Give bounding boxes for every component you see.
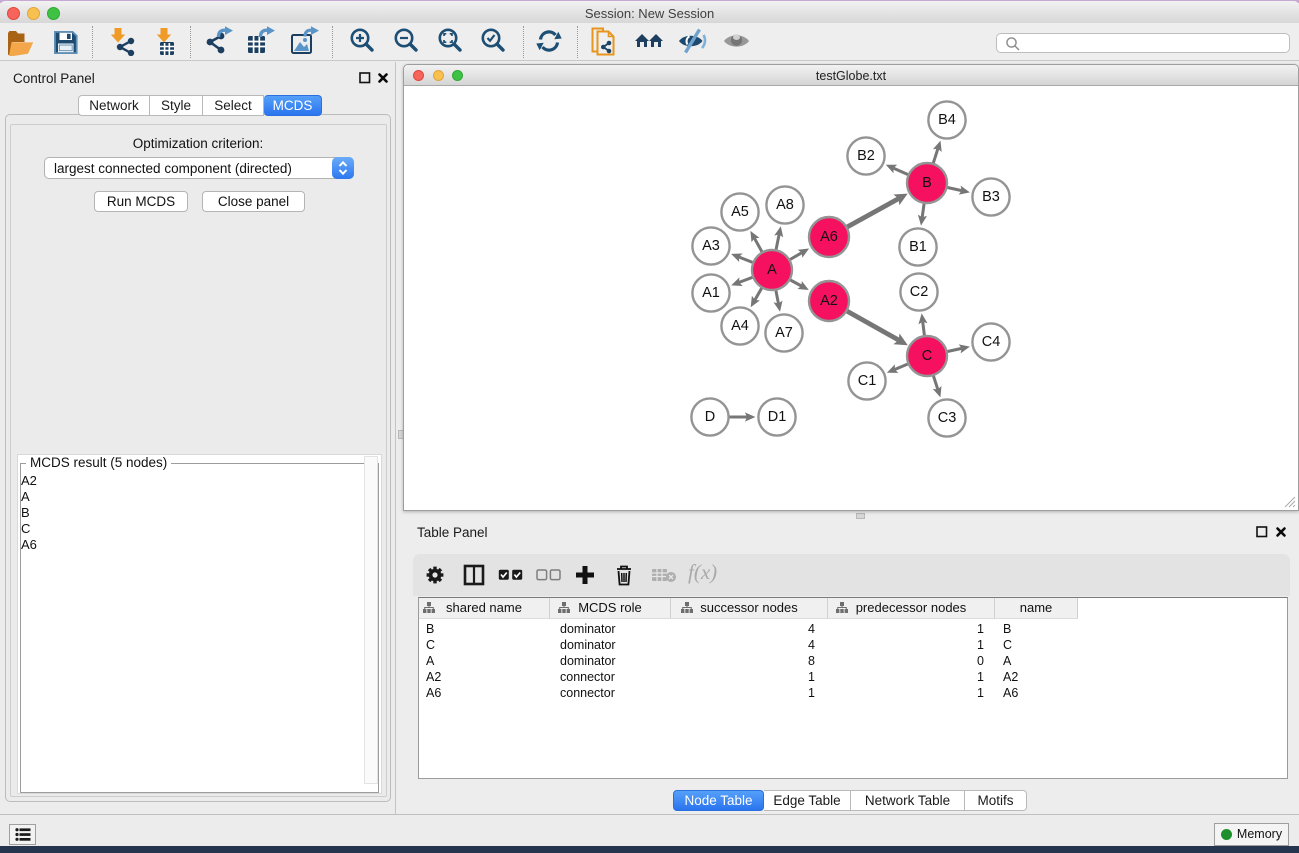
svg-text:A: A (767, 262, 777, 278)
svg-text:A6: A6 (820, 229, 838, 245)
svg-text:A8: A8 (776, 197, 794, 213)
svg-text:A7: A7 (775, 325, 793, 341)
svg-text:B1: B1 (909, 239, 927, 255)
svg-text:C: C (922, 348, 932, 364)
svg-text:C3: C3 (938, 410, 957, 426)
svg-text:C2: C2 (910, 284, 929, 300)
svg-text:A3: A3 (702, 238, 720, 254)
svg-text:A1: A1 (702, 285, 720, 301)
svg-text:D: D (705, 409, 715, 425)
svg-text:B3: B3 (982, 189, 1000, 205)
svg-text:B2: B2 (857, 148, 875, 164)
svg-text:C1: C1 (858, 373, 877, 389)
svg-text:A5: A5 (731, 204, 749, 220)
svg-text:A2: A2 (820, 293, 838, 309)
svg-text:B: B (922, 175, 932, 191)
svg-text:B4: B4 (938, 112, 956, 128)
svg-text:C4: C4 (982, 334, 1001, 350)
svg-text:D1: D1 (768, 409, 787, 425)
svg-text:A4: A4 (731, 318, 749, 334)
